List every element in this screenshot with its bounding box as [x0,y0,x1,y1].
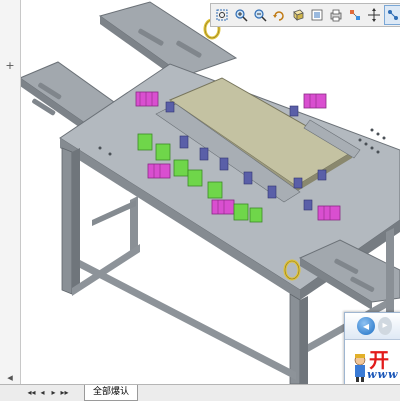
rotate-view-icon[interactable] [270,5,288,25]
cylinder-back-right [303,93,327,109]
cylinder-front-left [147,163,171,179]
fixture-model[interactable] [0,0,400,384]
pan-icon[interactable] [365,5,383,25]
sheet-tab-all-exploded[interactable]: 全部爆认 [84,385,139,401]
first-sheet-button[interactable]: ◂◂ [26,386,37,400]
logo-url: www [367,368,399,381]
forward-button[interactable]: ▸ [378,317,392,335]
cylinder-front-right [317,205,341,221]
popup-header: ◂ ▸ [345,313,400,340]
view-orientation-icon[interactable] [289,5,307,25]
next-sheet-button[interactable]: ▸ [48,386,59,400]
explode-icon[interactable] [346,5,364,25]
display-style-icon[interactable] [308,5,326,25]
leg-front-left [61,147,73,295]
left-side-panel: + ◂ [0,0,21,384]
browser-popup[interactable]: ◂ ▸ 开 www [344,312,400,384]
section-view-icon[interactable] [384,5,400,25]
zoom-in-icon[interactable] [232,5,250,25]
back-button[interactable]: ◂ [357,317,375,335]
last-sheet-button[interactable]: ▸▸ [59,386,70,400]
sheet-tab-bar: ◂◂ ◂ ▸ ▸▸ 全部爆认 [0,384,400,401]
cylinder-back-left [135,91,159,107]
lower-rail-front [80,260,296,380]
add-icon[interactable]: + [4,60,16,72]
print-icon[interactable] [327,5,345,25]
cylinder-front-mid [211,199,235,215]
zoom-out-icon[interactable] [251,5,269,25]
3d-viewport[interactable]: + ◂ ◂ ▸ 开 www [0,0,400,384]
collapse-icon[interactable]: ◂ [4,372,16,384]
zoom-area-icon[interactable] [213,5,231,25]
prev-sheet-button[interactable]: ◂ [37,386,48,400]
view-toolbar [210,3,400,27]
